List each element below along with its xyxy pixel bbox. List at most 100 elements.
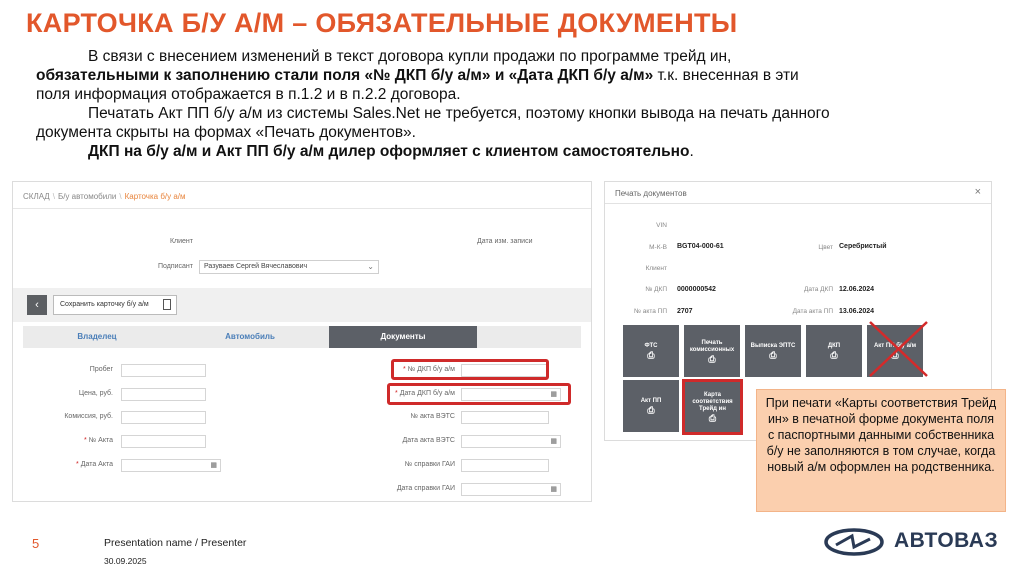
button-label: Выписка ЭПТС [750, 343, 796, 349]
ets-date-input[interactable]: ▦ [461, 435, 561, 448]
presenter-line: Presentation name / Presenter [104, 537, 247, 549]
ets-date-label: Дата акта ВЭТС [402, 437, 455, 444]
print-fts-button[interactable]: ФТС ⎙ [623, 325, 679, 377]
card-screenshot: СКЛАД \ Б/у автомобили \ Карточка б/у а/м Кл… [12, 181, 592, 502]
chevron-down-icon: ⌄ [367, 262, 374, 271]
price-input[interactable] [121, 388, 206, 401]
footer-date: 30.09.2025 [104, 556, 147, 566]
button-label: Печать комиссионных [689, 339, 735, 353]
button-label: Акт ПП б/у а/м [873, 343, 917, 349]
intro-bold: ДКП на б/у а/м и Акт ПП б/у а/м дилер оф… [88, 143, 690, 160]
act-no-value: 2707 [677, 308, 693, 315]
brand-wordmark: АВТОВАЗ [894, 529, 999, 552]
print-commission-button[interactable]: Печать комиссионных ⎙ [684, 325, 740, 377]
color-value: Серебристый [839, 243, 887, 250]
gai-date-input[interactable]: ▦ [461, 483, 561, 496]
print-dialog-title: Печать документов [615, 189, 687, 198]
required-mark: * [76, 461, 79, 468]
price-label: Цена, руб. [78, 390, 113, 397]
intro-bold: обязательными к заполнению стали поля «№… [36, 67, 654, 84]
button-label: ФТС [644, 343, 658, 349]
signer-select[interactable]: Разуваев Сергей Вячеславович ⌄ [199, 260, 379, 274]
breadcrumb-item[interactable]: СКЛАД [23, 192, 50, 201]
page-number: 5 [32, 536, 40, 551]
breadcrumb: СКЛАД \ Б/у автомобили \ Карточка б/у а/м [23, 192, 186, 201]
ets-no-label: № акта ВЭТС [410, 413, 456, 420]
act-date-value: 13.06.2024 [839, 308, 875, 315]
tab-vehicle[interactable]: Автомобиль [171, 326, 329, 348]
calendar-icon[interactable]: ▦ [550, 485, 557, 493]
intro-line: Печатать Акт ПП б/у а/м из системы Sales… [36, 104, 996, 123]
print-dkp-button[interactable]: ДКП ⎙ [806, 325, 862, 377]
breadcrumb-item[interactable]: Б/у автомобили [58, 192, 116, 201]
intro-line: В связи с внесением изменений в текст до… [88, 48, 732, 65]
breadcrumb-current: Карточка б/у а/м [124, 192, 186, 201]
act-date-input[interactable]: ▦ [121, 459, 221, 472]
button-label: ДКП [827, 343, 841, 349]
card-tabs: Владелец Автомобиль Документы [23, 326, 581, 348]
commission-input[interactable] [121, 411, 206, 424]
note-box: При печати «Карты соответствия Трейд ин»… [756, 389, 1006, 512]
highlight-dkp-date [387, 383, 571, 405]
ets-no-input[interactable] [461, 411, 549, 424]
act-no-input[interactable] [121, 435, 206, 448]
intro-part: . [689, 143, 694, 160]
act-no-text: № Акта [88, 437, 113, 444]
save-card-label: Сохранить карточку б/у а/м [60, 301, 149, 308]
calendar-icon[interactable]: ▦ [210, 461, 217, 469]
calendar-icon[interactable]: ▦ [550, 437, 557, 445]
printer-icon: ⎙ [891, 350, 899, 360]
intro-part: не требуется, поэтому кнопки вывода на п… [419, 105, 830, 122]
gai-date-label: Дата справки ГАИ [396, 485, 455, 492]
highlight-tradein-card [682, 379, 743, 435]
dkp-date-label: Дата ДКП [803, 286, 833, 293]
intro-line: поля информация отображается в п.1.2 и в… [36, 86, 461, 103]
intro-rest: т.к. внесенная в эти [653, 67, 799, 84]
signer-label: Подписант [157, 263, 193, 270]
act-no-label: * № Акта [43, 437, 113, 444]
breadcrumb-separator: \ [119, 192, 122, 201]
close-icon[interactable]: × [975, 186, 981, 198]
printer-icon: ⎙ [708, 353, 716, 364]
dkp-date-value: 12.06.2024 [839, 286, 875, 293]
back-arrow-icon: ‹ [35, 299, 39, 311]
color-label: Цвет [818, 244, 833, 251]
client-label: Клиент [645, 265, 667, 272]
toolbar: ‹ Сохранить карточку б/у а/м [13, 288, 591, 322]
act-date-label: * Дата Акта [43, 461, 113, 468]
mileage-input[interactable] [121, 364, 206, 377]
tab-documents[interactable]: Документы [329, 326, 477, 348]
print-epts-button[interactable]: Выписка ЭПТС ⎙ [745, 325, 801, 377]
slide-title: КАРТОЧКА Б/У А/М – ОБЯЗАТЕЛЬНЫЕ ДОКУМЕНТ… [26, 8, 738, 38]
intro-part: Печатать Акт ПП б/у а/м из системы [88, 105, 353, 122]
intro-text: В связи с внесением изменений в текст до… [36, 47, 996, 161]
print-act-pp-button[interactable]: Акт ПП ⎙ [623, 380, 679, 432]
mkv-label: М-К-В [649, 244, 667, 251]
document-icon [163, 299, 171, 310]
act-date-label: Дата акта ПП [792, 308, 833, 315]
save-card-button[interactable]: Сохранить карточку б/у а/м [53, 295, 177, 315]
mkv-value: BGT04-000-61 [677, 243, 724, 250]
printer-icon: ⎙ [769, 350, 777, 360]
dkp-no-value: 0000000542 [677, 286, 716, 293]
tab-owner[interactable]: Владелец [23, 326, 171, 348]
breadcrumb-separator: \ [52, 192, 55, 201]
vin-label: VIN [656, 222, 667, 229]
intro-line: обязательными к заполнению стали поля «№… [36, 66, 996, 85]
gai-no-input[interactable] [461, 459, 549, 472]
date-changed-label: Дата изм. записи [477, 238, 533, 245]
required-mark: * [84, 437, 87, 444]
printer-icon: ⎙ [647, 350, 655, 360]
client-label: Клиент [169, 238, 193, 245]
signer-value: Разуваев Сергей Вячеславович [204, 263, 308, 270]
commission-label: Комиссия, руб. [64, 413, 113, 420]
printer-icon: ⎙ [830, 350, 838, 360]
back-button[interactable]: ‹ [27, 295, 47, 315]
highlight-dkp-no [391, 359, 549, 380]
act-date-text: Дата Акта [80, 461, 113, 468]
gai-no-label: № справки ГАИ [404, 461, 455, 468]
dkp-no-label: № ДКП [645, 286, 667, 293]
print-act-pp-used-button[interactable]: Акт ПП б/у а/м ⎙ [867, 325, 923, 377]
act-no-label: № акта ПП [634, 308, 667, 315]
button-label: Акт ПП [640, 398, 662, 404]
